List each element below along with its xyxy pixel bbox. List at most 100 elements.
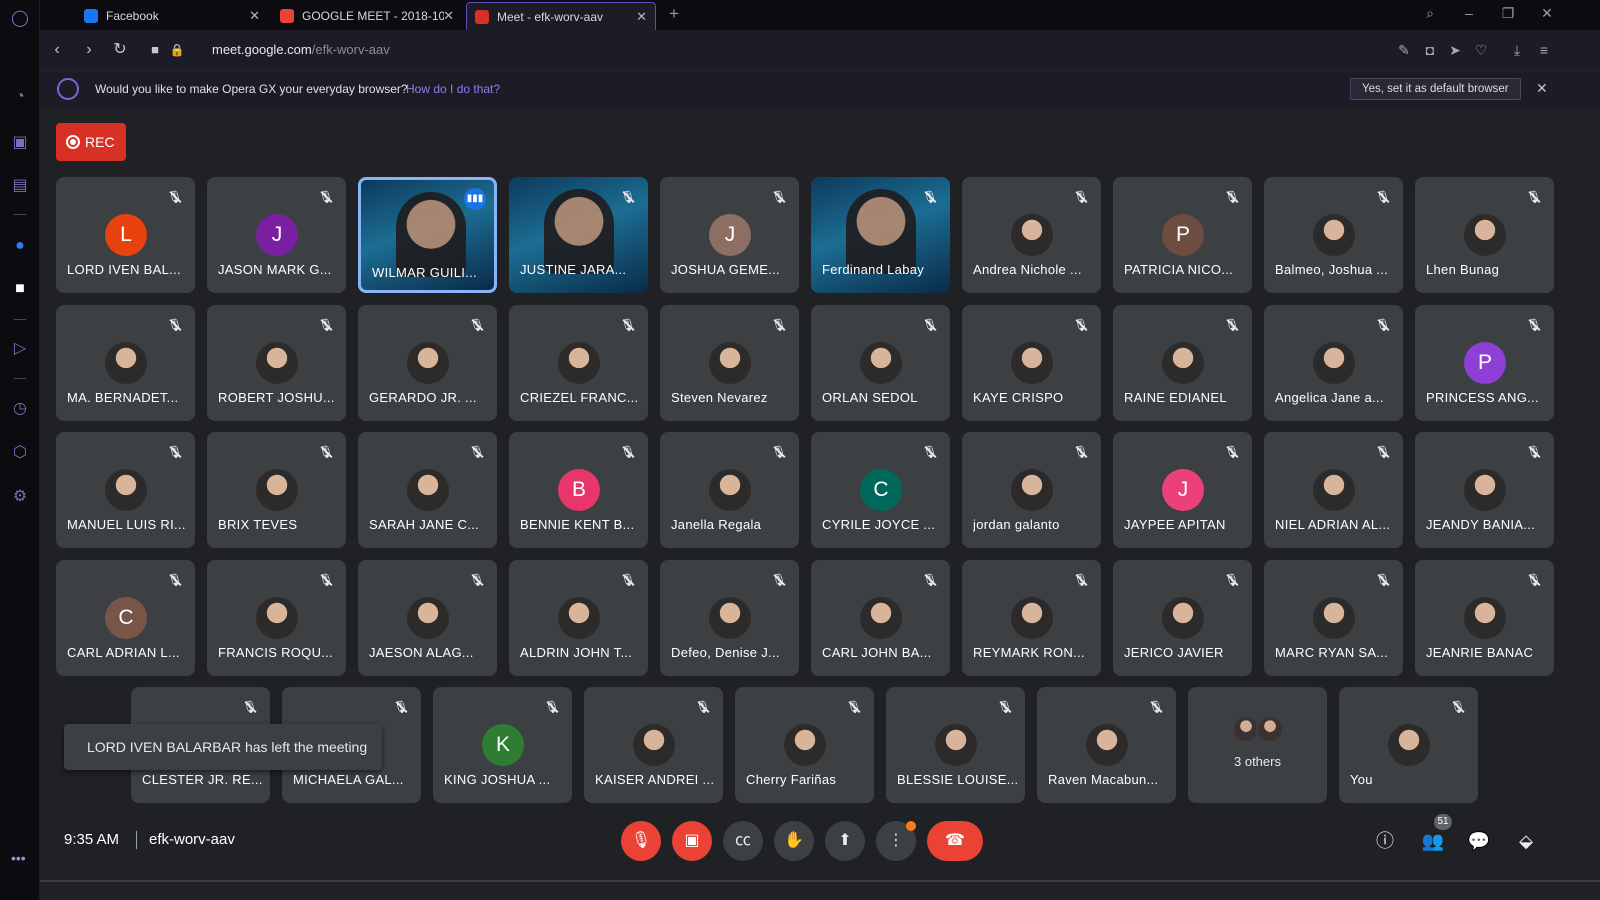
tab-facebook[interactable]: Facebook bbox=[76, 2, 266, 30]
participant-tile[interactable]: 🎙 JEANDY BANIA... bbox=[1415, 432, 1554, 548]
search-tabs-icon[interactable]: ⌕ bbox=[1420, 5, 1440, 22]
speed-dial-icon[interactable]: ◔ bbox=[9, 86, 31, 108]
camera-indicator-icon[interactable]: ■ bbox=[144, 39, 166, 61]
tab-close-button[interactable]: ✕ bbox=[438, 2, 458, 30]
close-icon[interactable]: ✕ bbox=[1536, 80, 1548, 97]
participant-tile[interactable]: 🎙 K KING JOSHUA ... bbox=[433, 687, 572, 803]
participant-tile[interactable]: 🎙 P PATRICIA NICO... bbox=[1113, 177, 1252, 293]
participant-tile[interactable]: 🎙 C CYRILE JOYCE ... bbox=[811, 432, 950, 548]
participant-tile[interactable]: 🎙 BRIX TEVES bbox=[207, 432, 346, 548]
participant-tile[interactable]: 🎙 ROBERT JOSHU... bbox=[207, 305, 346, 421]
download-icon[interactable]: ⤓ bbox=[1507, 40, 1527, 60]
avatar: L bbox=[105, 214, 147, 256]
horizontal-scrollbar[interactable] bbox=[40, 880, 1600, 882]
snapshot-icon[interactable]: ◘ bbox=[1420, 40, 1440, 60]
participant-tile[interactable]: 🎙 BLESSIE LOUISE... bbox=[886, 687, 1025, 803]
lock-icon[interactable]: 🔒 bbox=[166, 39, 188, 61]
participant-tile[interactable]: 🎙 You bbox=[1339, 687, 1478, 803]
participant-tile[interactable]: 🎙 ORLAN SEDOL bbox=[811, 305, 950, 421]
participant-tile[interactable]: 🎙 Janella Regala bbox=[660, 432, 799, 548]
participant-tile[interactable]: 🎙 MA. BERNADET... bbox=[56, 305, 195, 421]
participant-tile[interactable]: ▮▮▮ WILMAR GUILI... bbox=[358, 177, 497, 293]
participant-tile[interactable]: 🎙 SARAH JANE C... bbox=[358, 432, 497, 548]
participant-tile[interactable]: 🎙 JUSTINE JARA... bbox=[509, 177, 648, 293]
new-tab-button[interactable]: + bbox=[664, 4, 684, 24]
close-icon[interactable]: ✕ bbox=[636, 3, 647, 30]
participant-tile[interactable]: 🎙 GERARDO JR. ... bbox=[358, 305, 497, 421]
back-icon[interactable]: ‹ bbox=[46, 39, 68, 61]
discord-icon[interactable]: ■ bbox=[9, 278, 31, 300]
url-field[interactable]: meet.google.com/efk-worv-aav bbox=[212, 42, 390, 57]
chat-icon[interactable]: 💬 bbox=[1466, 828, 1492, 854]
participant-tile[interactable]: 🎙 MARC RYAN SA... bbox=[1264, 560, 1403, 676]
raise-hand-button[interactable]: ✋ bbox=[774, 821, 814, 861]
participant-tile[interactable]: 🎙 JEANRIE BANAC bbox=[1415, 560, 1554, 676]
participant-tile[interactable]: 3 others bbox=[1188, 687, 1327, 803]
participant-tile[interactable]: 🎙 Lhen Bunag bbox=[1415, 177, 1554, 293]
participant-tile[interactable]: 🎙 J JOSHUA GEME... bbox=[660, 177, 799, 293]
participant-tile[interactable]: 🎙 KAISER ANDREI ... bbox=[584, 687, 723, 803]
participant-tile[interactable]: 🎙 Raven Macabun... bbox=[1037, 687, 1176, 803]
twitch-icon[interactable]: ▤ bbox=[9, 175, 31, 197]
participant-name: jordan galanto bbox=[973, 517, 1060, 532]
activities-icon[interactable]: ⬙ bbox=[1513, 828, 1539, 854]
participant-tile[interactable]: 🎙 FRANCIS ROQU... bbox=[207, 560, 346, 676]
send-icon[interactable]: ➤ bbox=[1445, 40, 1465, 60]
participant-tile[interactable]: 🎙 REYMARK RON... bbox=[962, 560, 1101, 676]
participant-tile[interactable]: 🎙 Ferdinand Labay bbox=[811, 177, 950, 293]
minimize-icon[interactable]: – bbox=[1459, 5, 1479, 21]
participant-tile[interactable]: 🎙 JAESON ALAG... bbox=[358, 560, 497, 676]
participant-tile[interactable]: 🎙 Steven Nevarez bbox=[660, 305, 799, 421]
participant-tile[interactable]: 🎙 RAINE EDIANEL bbox=[1113, 305, 1252, 421]
participant-tile[interactable]: 🎙 MANUEL LUIS RI... bbox=[56, 432, 195, 548]
more-icon[interactable]: ••• bbox=[11, 850, 26, 866]
participant-tile[interactable]: 🎙 J JAYPEE APITAN bbox=[1113, 432, 1252, 548]
mic-muted-icon: 🎙 bbox=[318, 318, 334, 332]
settings-icon[interactable]: ⚙ bbox=[9, 486, 31, 508]
participant-tile[interactable]: 🎙 ALDRIN JOHN T... bbox=[509, 560, 648, 676]
participant-tile[interactable]: 🎙 KAYE CRISPO bbox=[962, 305, 1101, 421]
participant-tile[interactable]: 🎙 C CARL ADRIAN L... bbox=[56, 560, 195, 676]
menu-icon[interactable]: ≡ bbox=[1534, 40, 1554, 60]
participant-tile[interactable]: 🎙 Balmeo, Joshua ... bbox=[1264, 177, 1403, 293]
info-icon[interactable]: ⓘ bbox=[1372, 828, 1398, 854]
how-to-link[interactable]: How do I do that? bbox=[406, 82, 500, 96]
set-default-button[interactable]: Yes, set it as default browser bbox=[1350, 78, 1521, 100]
forward-icon[interactable]: › bbox=[78, 39, 100, 61]
participant-tile[interactable]: 🎙 J JASON MARK G... bbox=[207, 177, 346, 293]
gx-control-icon[interactable]: ▣ bbox=[9, 132, 31, 154]
mic-off-button[interactable]: 🎙 bbox=[621, 821, 661, 861]
history-icon[interactable]: ◷ bbox=[9, 398, 31, 420]
participant-tile[interactable]: 🎙 Cherry Fariñas bbox=[735, 687, 874, 803]
tab-meet[interactable]: Meet - efk-worv-aav ✕ bbox=[466, 2, 656, 30]
participant-tile[interactable]: 🎙 Defeo, Denise J... bbox=[660, 560, 799, 676]
more-options-button[interactable]: ⋮ bbox=[876, 821, 916, 861]
extensions-icon[interactable]: ⬡ bbox=[9, 442, 31, 464]
captions-button[interactable]: ㏄ bbox=[723, 821, 763, 861]
participant-tile[interactable]: 🎙 P PRINCESS ANG... bbox=[1415, 305, 1554, 421]
camera-off-button[interactable]: ▣ bbox=[672, 821, 712, 861]
opera-menu-icon[interactable]: ◯ bbox=[9, 8, 31, 30]
participant-tile[interactable]: 🎙 B BENNIE KENT B... bbox=[509, 432, 648, 548]
participant-tile[interactable]: 🎙 jordan galanto bbox=[962, 432, 1101, 548]
participant-tile[interactable]: 🎙 CARL JOHN BA... bbox=[811, 560, 950, 676]
heart-icon[interactable]: ♡ bbox=[1471, 40, 1491, 60]
recording-indicator[interactable]: REC bbox=[56, 123, 126, 161]
leave-call-button[interactable]: ☎ bbox=[927, 821, 983, 861]
present-button[interactable]: ⬆ bbox=[825, 821, 865, 861]
participant-tile[interactable]: 🎙 NIEL ADRIAN AL... bbox=[1264, 432, 1403, 548]
messenger-icon[interactable]: ● bbox=[9, 235, 31, 257]
edit-icon[interactable]: ✎ bbox=[1394, 40, 1414, 60]
participant-tile[interactable]: 🎙 CRIEZEL FRANC... bbox=[509, 305, 648, 421]
close-window-icon[interactable]: ✕ bbox=[1537, 5, 1557, 22]
participant-tile[interactable]: 🎙 JERICO JAVIER bbox=[1113, 560, 1252, 676]
people-icon[interactable]: 👥 bbox=[1420, 828, 1446, 854]
participant-tile[interactable]: 🎙 Angelica Jane a... bbox=[1264, 305, 1403, 421]
player-icon[interactable]: ▷ bbox=[9, 338, 31, 360]
tab-close-button[interactable]: ✕ bbox=[244, 2, 264, 30]
participant-tile[interactable]: 🎙 Andrea Nichole ... bbox=[962, 177, 1101, 293]
reload-icon[interactable]: ↻ bbox=[109, 39, 131, 61]
tab-gmail[interactable]: GOOGLE MEET - 2018-1059 bbox=[272, 2, 460, 30]
maximize-icon[interactable]: ❐ bbox=[1498, 5, 1518, 22]
participant-tile[interactable]: 🎙 L LORD IVEN BAL... bbox=[56, 177, 195, 293]
